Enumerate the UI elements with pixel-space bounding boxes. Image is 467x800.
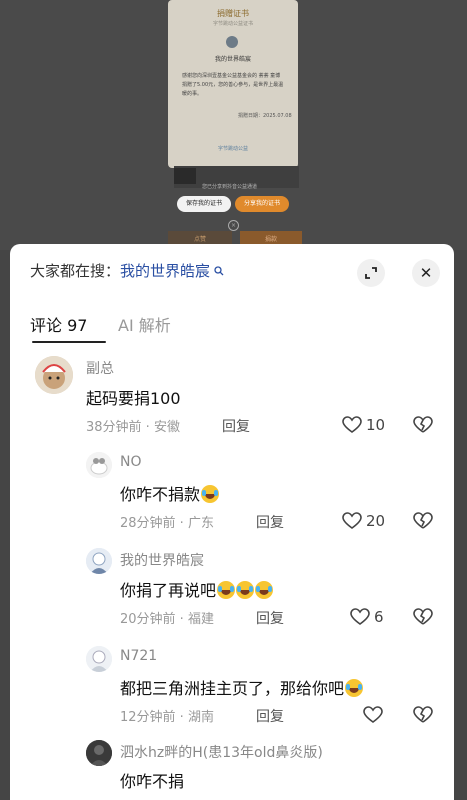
certificate-card: 捐赠证书 字节跳动公益证书 我的世界皓宸 感谢您向深圳壹基金公益基金会的 荟荟 … <box>168 0 298 168</box>
comment-time: 20分钟前 <box>120 612 176 627</box>
search-prefix: 大家都在搜： <box>30 262 121 280</box>
certificate-name: 我的世界皓宸 <box>214 56 251 63</box>
comment-location: 湖南 <box>187 710 214 725</box>
comment-time: 38分钟前 <box>86 420 142 435</box>
heart-icon[interactable] <box>342 416 362 434</box>
comment-text: 你捐了再说吧 <box>120 577 274 601</box>
comment-text: 你咋不捐 <box>120 772 185 791</box>
like-count: 6 <box>374 608 384 626</box>
comment-meta: 38分钟前 · 安徽 <box>86 420 180 435</box>
comment-text-content: 都把三角洲挂主页了，那给你吧 <box>120 679 345 698</box>
magnifier-icon <box>210 266 224 279</box>
comment-text-content: 你捐了再说吧 <box>120 581 217 600</box>
comment-meta: 20分钟前 · 福建 <box>120 612 214 627</box>
laughing-crying-emoji-icon <box>345 679 364 697</box>
close-icon[interactable]: × <box>228 220 239 231</box>
laughing-crying-emoji-icon <box>217 581 236 599</box>
like-count: 20 <box>366 512 386 530</box>
broken-heart-icon[interactable] <box>413 416 433 434</box>
comment-item: 副总 起码要捐100 38分钟前 · 安徽 回复 10 <box>10 352 454 442</box>
laughing-crying-emoji-icon <box>255 581 274 599</box>
avatar[interactable] <box>35 356 73 394</box>
broken-heart-icon[interactable] <box>413 512 433 530</box>
search-keyword[interactable]: 我的世界皓宸 <box>120 262 210 280</box>
background-certificate-view: 捐赠证书 字节跳动公益证书 我的世界皓宸 感谢您向深圳壹基金公益基金会的 荟荟 … <box>0 0 467 250</box>
share-certificate-button[interactable]: 分享我的证书 <box>235 196 289 212</box>
comment-sheet: 大家都在搜：我的世界皓宸 ✕ 评论 97 AI 解析 副总 起码要捐100 38… <box>10 244 454 800</box>
broken-heart-icon[interactable] <box>413 706 433 724</box>
broken-heart-icon[interactable] <box>413 608 433 626</box>
like-count: 10 <box>366 416 386 434</box>
thumbnail <box>174 168 196 184</box>
certificate-date: 捐赠日期：2025.07.08 <box>238 113 292 119</box>
comment-item: NO 你咋不捐款 28分钟前 · 广东 回复 20 <box>10 448 454 538</box>
comment-location: 安徽 <box>153 420 180 435</box>
comment-time: 12分钟前 <box>120 710 176 725</box>
certificate-footer: 字节跳动公益 <box>217 146 248 152</box>
comment-item: N721 都把三角洲挂主页了，那给你吧 12分钟前 · 湖南 回复 <box>10 644 454 732</box>
tab-comments[interactable]: 评论 97 <box>30 312 87 336</box>
comment-username[interactable]: NO <box>120 454 142 470</box>
avatar[interactable] <box>86 548 112 574</box>
save-certificate-button[interactable]: 保存我的证书 <box>177 196 231 212</box>
comment-text-content: 你咋不捐款 <box>120 485 201 504</box>
comment-item: 我的世界皓宸 你捐了再说吧 20分钟前 · 福建 回复 6 <box>10 544 454 634</box>
close-icon[interactable]: ✕ <box>412 259 440 287</box>
laughing-crying-emoji-icon <box>201 485 220 503</box>
tab-underline <box>32 341 106 343</box>
reply-button[interactable]: 回复 <box>256 512 284 532</box>
heart-icon[interactable] <box>350 608 370 626</box>
share-note: 您已分享到抖音公益通道 <box>202 184 258 190</box>
comment-location: 福建 <box>187 612 214 627</box>
tab-bar: 评论 97 AI 解析 <box>30 312 450 343</box>
comment-meta: 28分钟前 · 广东 <box>120 516 214 531</box>
comment-text: 你咋不捐款 <box>120 481 220 505</box>
comment-username[interactable]: 我的世界皓宸 <box>120 550 204 570</box>
reply-button[interactable]: 回复 <box>256 608 284 628</box>
comment-username[interactable]: 副总 <box>86 358 114 378</box>
comment-location: 广东 <box>187 516 214 531</box>
tab-ai-analysis[interactable]: AI 解析 <box>118 312 171 336</box>
comment-text: 起码要捐100 <box>86 389 181 408</box>
avatar[interactable] <box>86 646 112 672</box>
comment-meta: 12分钟前 · 湖南 <box>120 710 214 725</box>
comment-username[interactable]: N721 <box>120 648 157 664</box>
expand-icon[interactable] <box>357 259 385 287</box>
search-suggestion[interactable]: 大家都在搜：我的世界皓宸 <box>30 260 224 281</box>
certificate-avatar <box>226 36 238 48</box>
comment-item: 泗水hz畔的H(患13年old鼻炎版) 你咋不捐 <box>10 738 454 800</box>
certificate-subtitle: 字节跳动公益证书 <box>212 21 253 27</box>
comment-time: 28分钟前 <box>120 516 176 531</box>
heart-icon[interactable] <box>342 512 362 530</box>
heart-icon[interactable] <box>363 706 383 724</box>
reply-button[interactable]: 回复 <box>256 706 284 726</box>
avatar[interactable] <box>86 740 112 766</box>
avatar[interactable] <box>86 452 112 478</box>
laughing-crying-emoji-icon <box>236 581 255 599</box>
comment-username[interactable]: 泗水hz畔的H(患13年old鼻炎版) <box>120 742 323 762</box>
certificate-title: 捐赠证书 <box>217 9 249 18</box>
certificate-body: 感谢您向深圳壹基金公益基金会的 荟荟 童博 捐赠了5.00元，您的善心参与，是世… <box>182 73 284 97</box>
comment-text: 都把三角洲挂主页了，那给你吧 <box>120 675 364 699</box>
reply-button[interactable]: 回复 <box>222 416 250 436</box>
